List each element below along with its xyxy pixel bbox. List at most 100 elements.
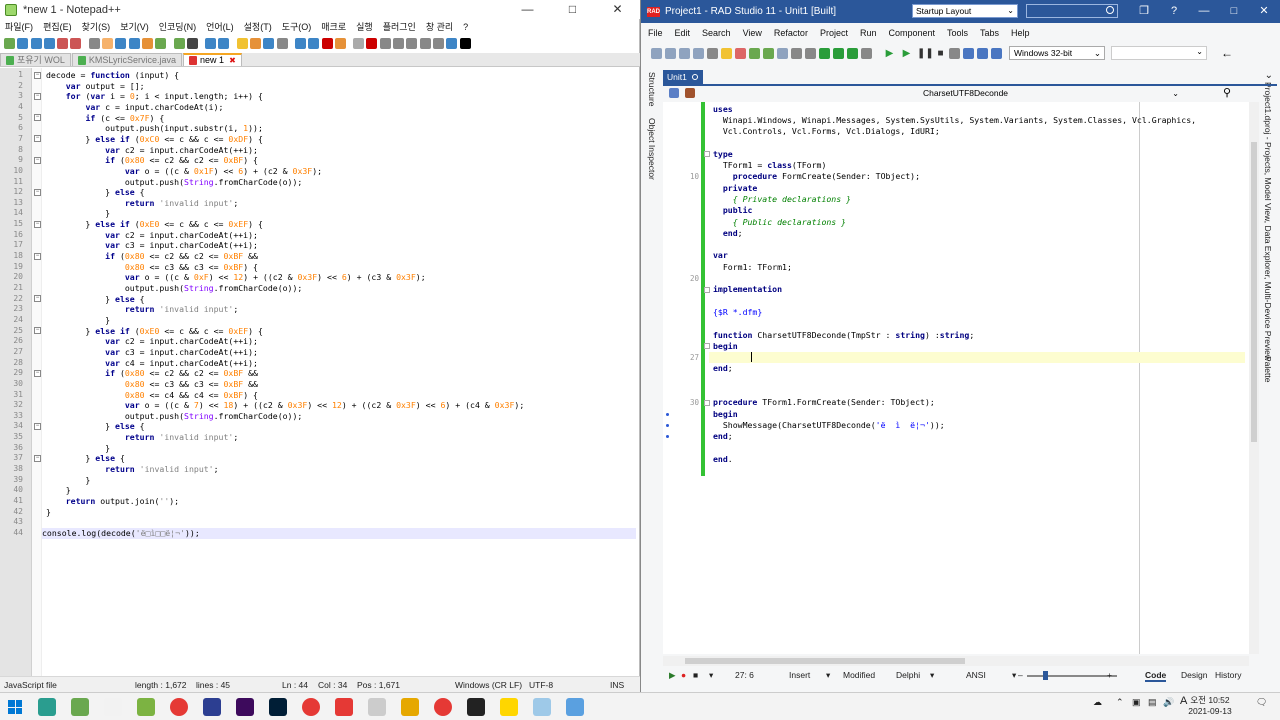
- code-line[interactable]: [709, 352, 1245, 364]
- code-line[interactable]: ShowMessage(CharsetUTF8Deconde('ë ì ë¦¬'…: [713, 420, 945, 431]
- menu-run[interactable]: Run: [860, 28, 877, 38]
- code-line[interactable]: uses: [713, 104, 733, 115]
- menu-component[interactable]: Component: [888, 28, 935, 38]
- open-project-icon[interactable]: [693, 47, 704, 59]
- close-button[interactable]: ✕: [595, 0, 640, 19]
- step-into-icon[interactable]: [977, 47, 988, 59]
- maximize-button[interactable]: □: [1219, 0, 1249, 23]
- code-line[interactable]: if (0x80 <= c2 && c2 <= 0xBF) {: [46, 155, 258, 166]
- stop-icon[interactable]: ■: [693, 670, 698, 680]
- close-button[interactable]: ✕: [1249, 0, 1279, 23]
- fold-toggle-icon[interactable]: [704, 343, 710, 350]
- replace-icon[interactable]: [186, 37, 198, 49]
- doc-map-icon[interactable]: [321, 37, 333, 49]
- code-line[interactable]: } else {: [46, 421, 144, 432]
- trace-icon[interactable]: [949, 47, 960, 59]
- fold-toggle-icon[interactable]: −: [34, 422, 41, 430]
- code-line[interactable]: var c4 = input.charCodeAt(++i);: [46, 358, 258, 369]
- code-line[interactable]: var o = ((c & 0xF) << 12) + ((c2 & 0x3F)…: [46, 272, 426, 283]
- chevron-down-icon[interactable]: ▾: [826, 670, 830, 681]
- sync-v-icon[interactable]: [236, 37, 248, 49]
- paste-icon[interactable]: [128, 37, 140, 49]
- menu-project[interactable]: Project: [820, 28, 848, 38]
- code-line[interactable]: return 'invalid input';: [46, 464, 218, 475]
- record-icon[interactable]: ●: [681, 670, 686, 680]
- tab-wol[interactable]: 포유기 WOL: [0, 53, 71, 66]
- fold-margin[interactable]: − − − − − − − − − − − − −: [32, 68, 42, 676]
- notepadpp-app-icon[interactable]: [71, 698, 89, 716]
- play-macro-icon[interactable]: [393, 37, 405, 49]
- capture-app-icon[interactable]: [368, 698, 386, 716]
- code-line[interactable]: for (var i = 0; i < input.length; i++) {: [46, 91, 263, 102]
- add-file-icon[interactable]: [847, 47, 858, 59]
- code-line[interactable]: if (c <= 0x7F) {: [46, 113, 164, 124]
- code-line[interactable]: } else {: [46, 453, 124, 464]
- fold-toggle-icon[interactable]: −: [34, 252, 41, 260]
- save-icon[interactable]: [749, 47, 760, 59]
- menu-encoding[interactable]: 인코딩(N): [159, 20, 196, 33]
- code-line[interactable]: 0x80 <= c4 && c4 <= 0xBF) {: [46, 390, 258, 401]
- remove-icon[interactable]: [707, 47, 718, 59]
- folder-icon[interactable]: [721, 47, 732, 59]
- app-d-icon[interactable]: [302, 698, 320, 716]
- compile-icon[interactable]: [791, 47, 802, 59]
- menu-file[interactable]: File: [648, 28, 663, 38]
- menu-search[interactable]: 찾기(S): [82, 20, 111, 33]
- menu-edit[interactable]: 편집(E): [43, 20, 72, 33]
- fold-toggle-icon[interactable]: −: [34, 92, 41, 100]
- code-line[interactable]: end.: [713, 454, 733, 465]
- open-file-icon[interactable]: [17, 37, 29, 49]
- code-line[interactable]: decode = function (input) {: [46, 70, 179, 81]
- menu-help[interactable]: Help: [1011, 28, 1030, 38]
- kakaotalk-app-icon[interactable]: [500, 698, 518, 716]
- all-chars-icon[interactable]: [276, 37, 288, 49]
- code-line[interactable]: procedure TForm1.FormCreate(Sender: TObj…: [713, 397, 935, 408]
- zoom-out-icon[interactable]: –: [1018, 670, 1023, 680]
- chevron-down-icon[interactable]: ▾: [1012, 670, 1016, 681]
- chrome-app-icon[interactable]: [566, 698, 584, 716]
- tab-code[interactable]: Code: [1145, 670, 1167, 682]
- fold-toggle-icon[interactable]: [704, 286, 710, 293]
- code-line[interactable]: function CharsetUTF8Deconde(TmpStr : str…: [713, 330, 974, 341]
- fold-toggle-icon[interactable]: −: [34, 295, 41, 303]
- system-clock[interactable]: 오전 10:52 2021-09-13: [1178, 695, 1242, 717]
- redo-icon[interactable]: [155, 37, 167, 49]
- help-icon[interactable]: ?: [1159, 0, 1189, 23]
- search-icon[interactable]: ⚲: [1223, 86, 1231, 99]
- new-file-icon[interactable]: [4, 37, 15, 49]
- code-line[interactable]: begin: [713, 409, 738, 420]
- fold-toggle-icon[interactable]: −: [34, 220, 41, 228]
- record-macro-icon[interactable]: [366, 37, 378, 49]
- code-line[interactable]: if (0x80 <= c2 && c2 <= 0xBF &&: [46, 251, 258, 262]
- after-effects-app-icon[interactable]: [203, 698, 221, 716]
- step-out-icon[interactable]: [991, 47, 1002, 59]
- app-d2-icon[interactable]: [434, 698, 452, 716]
- code-line[interactable]: public: [713, 205, 753, 216]
- fold-toggle-icon[interactable]: [704, 399, 710, 406]
- youtube-app-icon[interactable]: [335, 698, 353, 716]
- fold-toggle-icon[interactable]: [704, 151, 710, 158]
- code-line[interactable]: end;: [713, 228, 743, 239]
- code-line[interactable]: Vcl.Controls, Vcl.Forms, Vcl.Dialogs, Id…: [713, 126, 940, 137]
- menu-view[interactable]: 보기(V): [120, 20, 149, 33]
- tab-design[interactable]: Design: [1181, 670, 1207, 680]
- close-all-icon[interactable]: [70, 37, 82, 49]
- run-macro-icon[interactable]: [406, 37, 418, 49]
- code-line[interactable]: { Public declarations }: [713, 217, 846, 228]
- code-line[interactable]: return 'invalid input';: [46, 198, 238, 209]
- close-tab-icon[interactable]: [692, 74, 698, 80]
- horizontal-scrollbar[interactable]: [663, 656, 1249, 666]
- js-icon[interactable]: [446, 37, 458, 49]
- new-item-icon[interactable]: [665, 47, 676, 59]
- code-line[interactable]: var o = ((c & 7) << 18) + ((c2 & 0x3F) <…: [46, 400, 524, 411]
- code-line[interactable]: output.push(String.fromCharCode(o));: [46, 283, 302, 294]
- menu-view[interactable]: View: [743, 28, 762, 38]
- json-icon[interactable]: [459, 37, 471, 49]
- undo-icon[interactable]: [141, 37, 153, 49]
- code-line[interactable]: end;: [713, 363, 733, 374]
- code-line[interactable]: output.push(String.fromCharCode(o));: [46, 411, 302, 422]
- chevron-down-icon[interactable]: ▾: [930, 670, 934, 681]
- code-line[interactable]: return 'invalid input';: [46, 432, 238, 443]
- code-line[interactable]: end;: [713, 431, 733, 442]
- minimize-button[interactable]: —: [1189, 0, 1219, 23]
